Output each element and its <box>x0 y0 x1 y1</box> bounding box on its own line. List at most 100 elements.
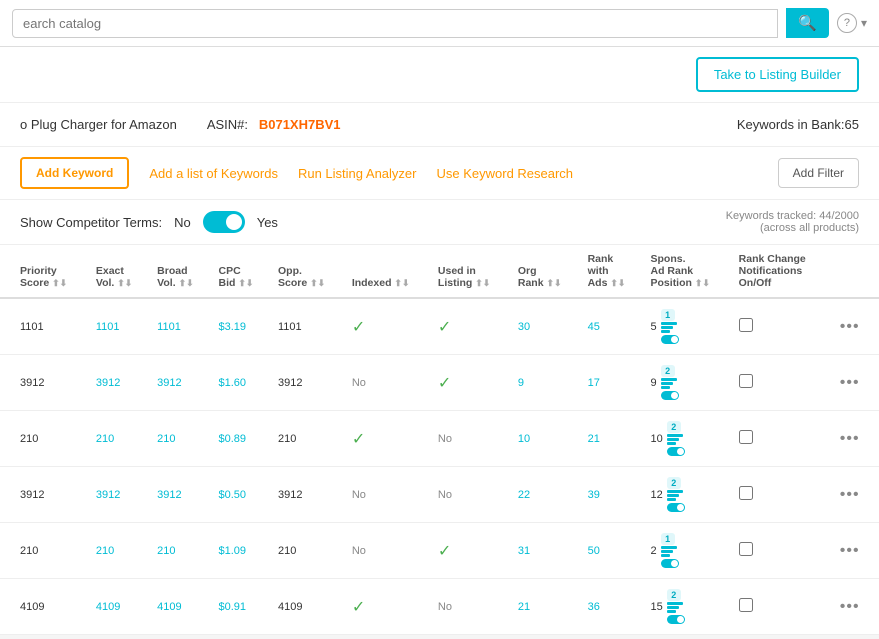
org-rank-link[interactable]: 31 <box>518 545 530 557</box>
add-keyword-button[interactable]: Add Keyword <box>20 157 129 189</box>
search-input[interactable] <box>12 9 778 38</box>
table-row: 1101 1101 1101 $3.19 1101 ✓ ✓ 30 45 5 1 <box>0 298 879 355</box>
indexed-cell: ✓ <box>344 298 430 355</box>
help-icon[interactable]: ? <box>837 13 857 33</box>
broad-link[interactable]: 1101 <box>157 321 181 333</box>
rank-ads-link[interactable]: 21 <box>588 433 600 445</box>
broad-cell: 210 <box>149 523 210 579</box>
used-cell: No <box>430 467 510 523</box>
broad-link[interactable]: 210 <box>157 545 175 557</box>
rank-toggle[interactable] <box>667 615 685 624</box>
row-actions-button[interactable]: ••• <box>836 318 864 336</box>
asin-link[interactable]: B071XH7BV1 <box>259 117 341 132</box>
used-no: No <box>438 489 452 501</box>
notification-checkbox[interactable] <box>739 374 753 388</box>
add-list-button[interactable]: Add a list of Keywords <box>149 166 278 181</box>
indexed-no: No <box>352 545 366 557</box>
notification-checkbox[interactable] <box>739 542 753 556</box>
org-rank-cell: 9 <box>510 355 580 411</box>
search-button[interactable]: 🔍 <box>786 8 829 38</box>
notification-checkbox[interactable] <box>739 598 753 612</box>
exact-link[interactable]: 210 <box>96 433 114 445</box>
org-rank-link[interactable]: 9 <box>518 377 524 389</box>
keywords-tracked: Keywords tracked: 44/2000 (across all pr… <box>726 210 859 234</box>
table-row: 3912 3912 3912 $1.60 3912 No ✓ 9 17 9 2 <box>0 355 879 411</box>
broad-link[interactable]: 3912 <box>157 377 181 389</box>
rank-bars <box>661 546 679 568</box>
rank-toggle[interactable] <box>661 391 679 400</box>
opp-cell: 1101 <box>270 298 344 355</box>
exact-link[interactable]: 3912 <box>96 489 120 501</box>
indexed-check: ✓ <box>352 319 365 336</box>
top-bar: 🔍 ? ▾ <box>0 0 879 47</box>
indexed-no: No <box>352 377 366 389</box>
rank-toggle[interactable] <box>667 503 685 512</box>
notification-checkbox[interactable] <box>739 486 753 500</box>
exact-link[interactable]: 1101 <box>96 321 120 333</box>
competitor-no: No <box>174 215 191 230</box>
rank-toggle[interactable] <box>661 559 679 568</box>
run-analyzer-button[interactable]: Run Listing Analyzer <box>298 166 417 181</box>
listing-builder-button[interactable]: Take to Listing Builder <box>696 57 859 92</box>
action-bar: Take to Listing Builder <box>0 47 879 103</box>
actions-cell: ••• <box>828 298 879 355</box>
org-rank-link[interactable]: 21 <box>518 601 530 613</box>
priority-cell: 210 <box>0 523 88 579</box>
cpc-value: $0.89 <box>218 433 246 445</box>
rank-toggle[interactable] <box>667 447 685 456</box>
indexed-check: ✓ <box>352 431 365 448</box>
row-actions-button[interactable]: ••• <box>836 542 864 560</box>
org-rank-cell: 21 <box>510 579 580 635</box>
row-actions-button[interactable]: ••• <box>836 598 864 616</box>
priority-cell: 1101 <box>0 298 88 355</box>
exact-link[interactable]: 210 <box>96 545 114 557</box>
notification-checkbox[interactable] <box>739 318 753 332</box>
rank-ads-link[interactable]: 50 <box>588 545 600 557</box>
cpc-cell: $0.89 <box>210 411 270 467</box>
rank-ads-link[interactable]: 45 <box>588 321 600 333</box>
table-row: 3912 3912 3912 $0.50 3912 No No 22 39 12… <box>0 467 879 523</box>
spons-badge: 1 <box>661 533 675 545</box>
rank-bars <box>667 602 685 624</box>
cpc-cell: $1.09 <box>210 523 270 579</box>
broad-link[interactable]: 210 <box>157 433 175 445</box>
spons-rank-value: 15 <box>651 601 663 613</box>
notification-cell <box>731 523 828 579</box>
cpc-value: $0.50 <box>218 489 246 501</box>
rank-ads-link[interactable]: 39 <box>588 489 600 501</box>
broad-cell: 1101 <box>149 298 210 355</box>
row-actions-button[interactable]: ••• <box>836 430 864 448</box>
add-filter-button[interactable]: Add Filter <box>778 158 859 188</box>
table-row: 210 210 210 $0.89 210 ✓ No 10 21 10 2 <box>0 411 879 467</box>
dropdown-chevron[interactable]: ▾ <box>861 16 867 30</box>
org-rank-link[interactable]: 30 <box>518 321 530 333</box>
competitor-toggle[interactable] <box>203 211 245 233</box>
asin-section: ASIN#: B071XH7BV1 <box>207 117 341 132</box>
broad-link[interactable]: 3912 <box>157 489 181 501</box>
col-used-in-listing: Used inListing ⬆⬇ <box>430 245 510 298</box>
used-check: ✓ <box>438 375 451 392</box>
org-rank-link[interactable]: 10 <box>518 433 530 445</box>
broad-link[interactable]: 4109 <box>157 601 181 613</box>
row-actions-button[interactable]: ••• <box>836 374 864 392</box>
notification-checkbox[interactable] <box>739 430 753 444</box>
help-area: ? ▾ <box>837 13 867 33</box>
actions-cell: ••• <box>828 411 879 467</box>
broad-cell: 3912 <box>149 355 210 411</box>
opp-cell: 210 <box>270 411 344 467</box>
used-no: No <box>438 433 452 445</box>
exact-link[interactable]: 3912 <box>96 377 120 389</box>
col-broad: BroadVol. ⬆⬇ <box>149 245 210 298</box>
competitor-row: Show Competitor Terms: No Yes Keywords t… <box>0 200 879 245</box>
rank-ads-link[interactable]: 36 <box>588 601 600 613</box>
rank-ads-link[interactable]: 17 <box>588 377 600 389</box>
notification-cell <box>731 579 828 635</box>
used-cell: ✓ <box>430 298 510 355</box>
row-actions-button[interactable]: ••• <box>836 486 864 504</box>
org-rank-link[interactable]: 22 <box>518 489 530 501</box>
spons-badge: 2 <box>661 365 675 377</box>
rank-toggle[interactable] <box>661 335 679 344</box>
use-research-button[interactable]: Use Keyword Research <box>436 166 573 181</box>
exact-link[interactable]: 4109 <box>96 601 120 613</box>
table-container: PriorityScore ⬆⬇ ExactVol. ⬆⬇ BroadVol. … <box>0 245 879 635</box>
